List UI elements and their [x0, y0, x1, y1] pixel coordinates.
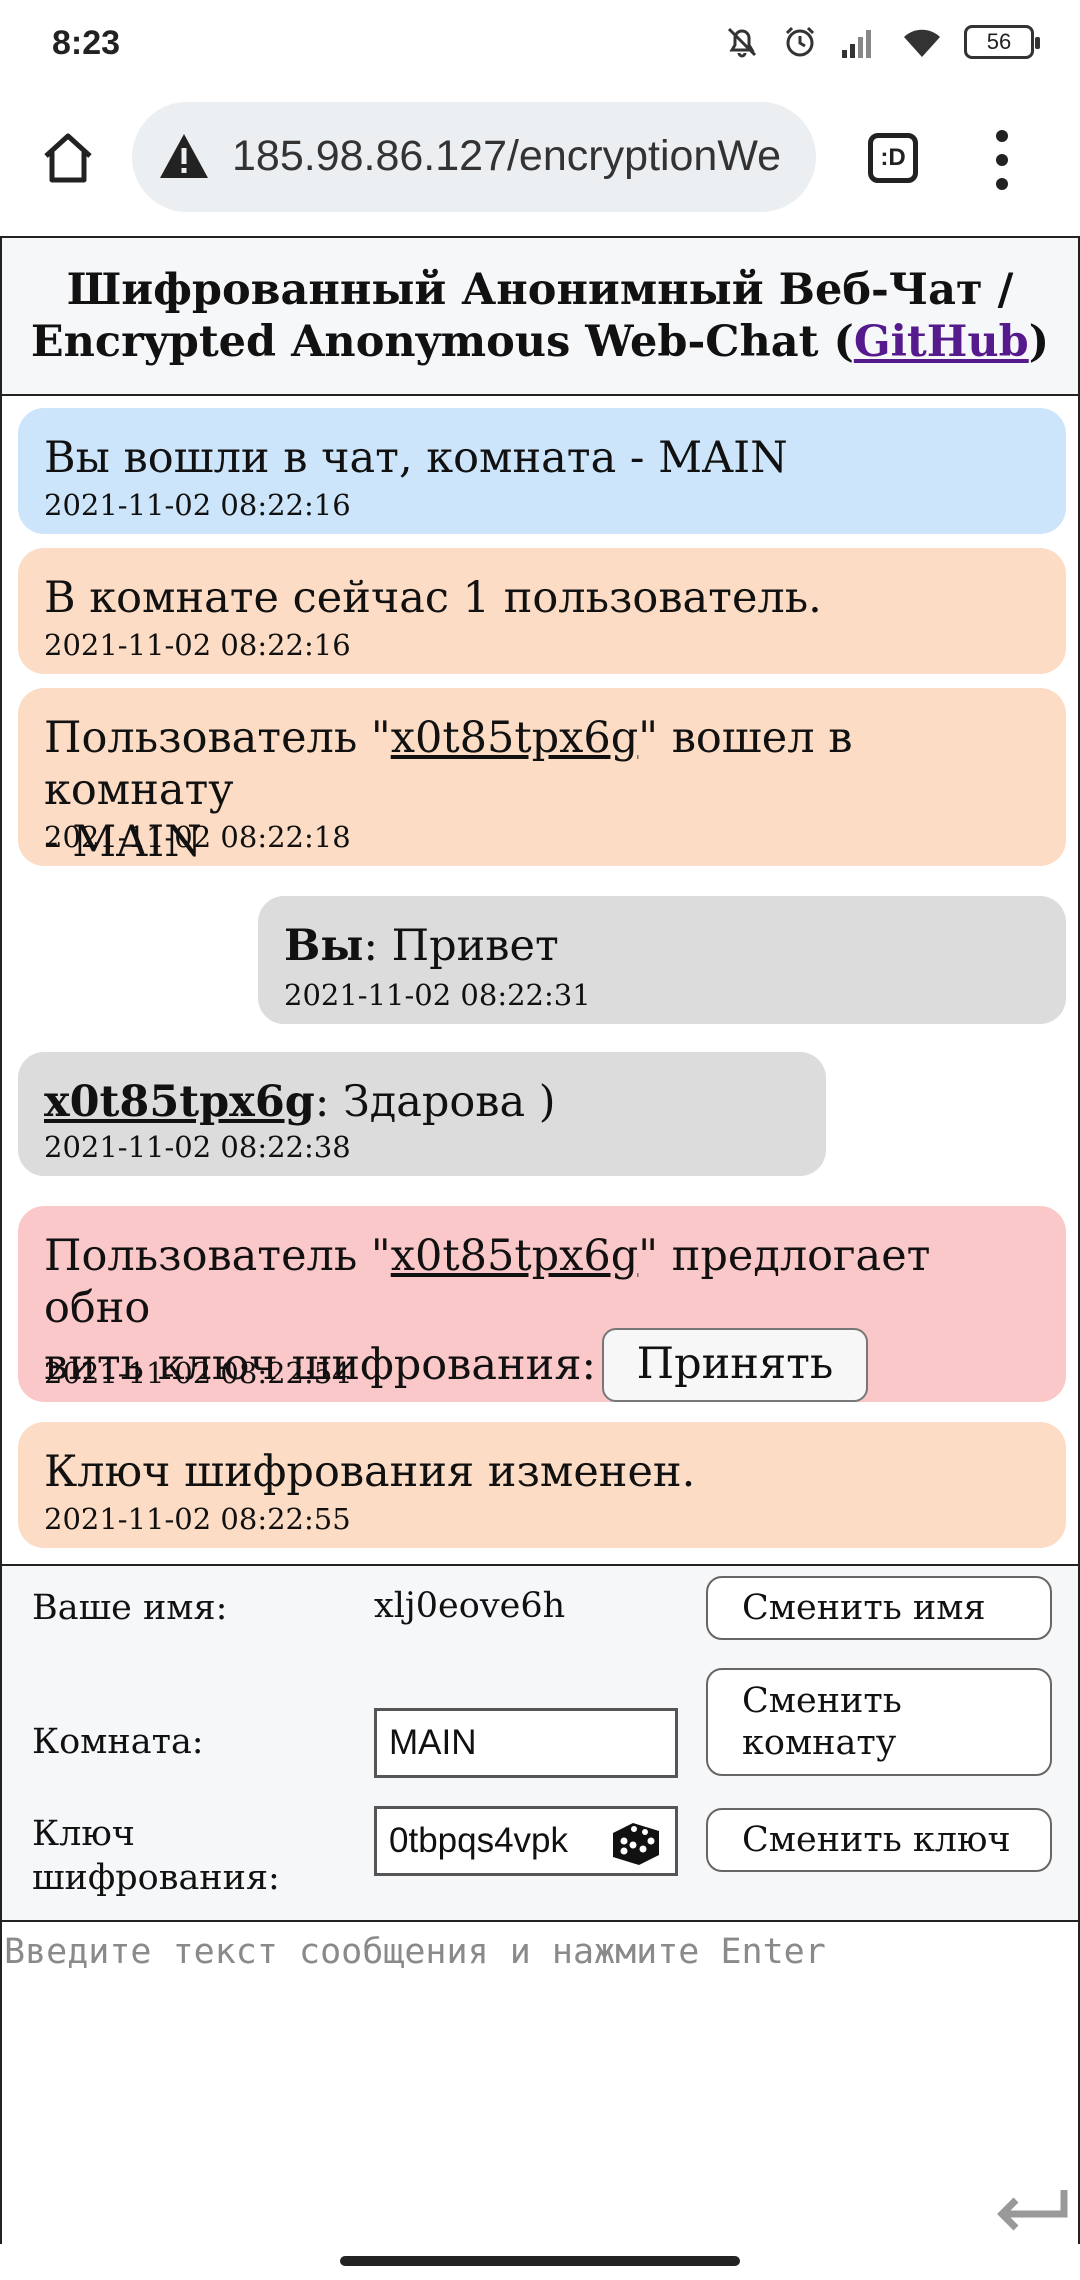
message-incoming: x0t85tpx6g: Здарова ) 2021-11-02 08:22:3…	[18, 1052, 826, 1176]
status-icons: 56	[724, 24, 1040, 60]
change-name-button[interactable]: Сменить имя	[706, 1576, 1052, 1640]
name-value: xlj0eove6h	[374, 1586, 566, 1626]
alarm-icon	[785, 26, 815, 57]
message-author: Вы	[284, 921, 364, 971]
status-bar: 8:23 56	[0, 0, 1080, 90]
accept-key-button[interactable]: Принять	[601, 1328, 868, 1402]
key-input[interactable]: 0tbpqs4vpk	[374, 1806, 678, 1876]
tab-switcher-label: :D	[880, 144, 906, 171]
message-text: Ключ шифрования изменен.	[44, 1447, 696, 1497]
home-icon	[44, 133, 92, 183]
url-text[interactable]: 185.98.86.127/encryptionWe	[232, 132, 781, 181]
room-input[interactable]: MAIN	[374, 1708, 678, 1778]
wifi-icon	[904, 29, 940, 57]
message-event-user-joined: Пользователь "x0t85tpx6g" вошел в комнат…	[18, 688, 1066, 867]
message-text: x0t85tpx6g: Здарова )	[44, 1077, 556, 1127]
status-time: 8:23	[52, 24, 121, 62]
message-time: 2021-11-02 08:22:55	[44, 1502, 351, 1536]
settings-panel: Ваше имя: xlj0eove6h Сменить имя Комната…	[2, 1564, 1078, 1922]
message-list[interactable]: Вы вошли в чат, комната - MAIN 2021-11-0…	[2, 398, 1078, 1560]
browser-toolbar: 185.98.86.127/encryptionWe :D	[0, 90, 1080, 236]
message-event-key-changed: Ключ шифрования изменен. 2021-11-02 08:2…	[18, 1422, 1066, 1548]
page-title: Шифрованный Анонимный Веб-Чат / Encrypte…	[2, 238, 1078, 396]
message-own: Вы: Привет 2021-11-02 08:22:31	[258, 896, 1066, 1024]
chat-page: Шифрованный Анонимный Веб-Чат / Encrypte…	[0, 236, 1080, 2246]
message-event-user-count: В комнате сейчас 1 пользователь. 2021-11…	[18, 548, 1066, 674]
message-key-update-request: Пользователь "x0t85tpx6g" предлогает обн…	[18, 1206, 1066, 1402]
message-text: Вы вошли в чат, комната - MAIN	[44, 433, 788, 483]
dice-icon[interactable]	[609, 1817, 663, 1869]
key-value: 0tbpqs4vpk	[389, 1821, 569, 1860]
message-time: 2021-11-02 08:22:31	[284, 978, 591, 1012]
message-input-placeholder[interactable]: Введите текст сообщения и нажмите Enter	[4, 1932, 826, 1972]
title-end: )	[1028, 317, 1050, 367]
home-button[interactable]	[36, 126, 100, 190]
address-bar[interactable]: 185.98.86.127/encryptionWe	[132, 102, 816, 212]
title-en-line: Encrypted Anonymous Web-Chat (GitHub)	[2, 316, 1078, 368]
name-label: Ваше имя:	[32, 1588, 228, 1628]
signal-icon	[842, 30, 871, 58]
warning-icon[interactable]	[158, 132, 210, 180]
tab-switcher-button[interactable]: :D	[868, 133, 918, 183]
change-key-button[interactable]: Сменить ключ	[706, 1808, 1052, 1872]
github-link[interactable]: GitHub	[854, 317, 1029, 367]
message-system-joined: Вы вошли в чат, комната - MAIN 2021-11-0…	[18, 408, 1066, 534]
message-time: 2021-11-02 08:22:16	[44, 488, 351, 522]
key-label: Ключ шифрования:	[32, 1814, 280, 1898]
home-gesture-handle[interactable]	[340, 2256, 740, 2266]
message-time: 2021-11-02 08:22:18	[44, 820, 351, 854]
battery-level: 56	[986, 29, 1012, 54]
message-time: 2021-11-02 08:22:16	[44, 628, 351, 662]
message-composer[interactable]: Введите текст сообщения и нажмите Enter	[2, 1924, 1078, 2246]
enter-icon[interactable]	[994, 2184, 1070, 2234]
system-nav-bar	[0, 2244, 1080, 2280]
title-en: Encrypted Anonymous Web-Chat (	[30, 317, 854, 367]
message-text: В комнате сейчас 1 пользователь.	[44, 573, 822, 623]
message-text-line: Пользователь "x0t85tpx6g" предлогает обн…	[44, 1231, 931, 1333]
title-ru: Шифрованный Анонимный Веб-Чат /	[66, 265, 1014, 315]
mute-icon	[727, 27, 757, 58]
message-text-line: Пользователь "x0t85tpx6g" вошел в комнат…	[44, 713, 853, 815]
change-room-button[interactable]: Сменить комнату	[706, 1668, 1052, 1776]
battery-icon: 56	[964, 25, 1040, 59]
user-nick-link[interactable]: x0t85tpx6g	[391, 713, 639, 763]
user-nick-link[interactable]: x0t85tpx6g	[391, 1231, 639, 1281]
message-time: 2021-11-02 08:22:54	[44, 1356, 351, 1390]
message-time: 2021-11-02 08:22:38	[44, 1130, 351, 1164]
overflow-menu-button[interactable]	[990, 130, 1014, 190]
message-author-link[interactable]: x0t85tpx6g	[44, 1077, 315, 1127]
message-text: Вы: Привет	[284, 921, 559, 971]
room-label: Комната:	[32, 1722, 204, 1762]
